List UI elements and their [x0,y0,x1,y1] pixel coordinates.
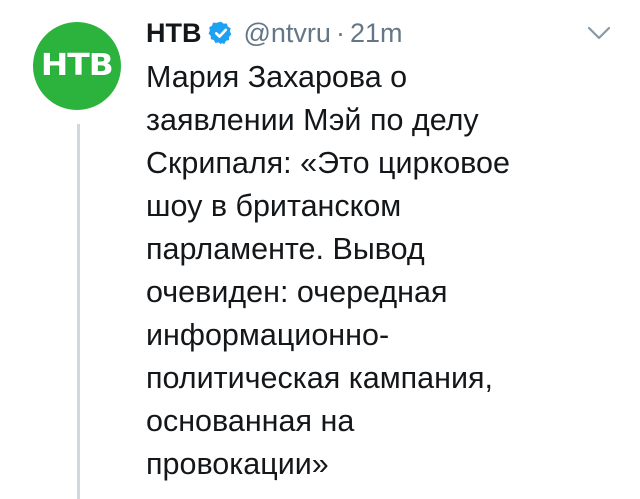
author-name[interactable]: НТВ [146,18,202,49]
timestamp[interactable]: 21m [350,18,403,49]
tweet-text: Мария Захарова о заявлении Мэй по делу С… [146,60,510,481]
separator-dot: · [335,17,345,48]
tweet-card[interactable]: НТВ НТВ @ntvru · 21m Мария Захарова о за… [0,0,640,499]
verified-badge-icon [208,20,234,46]
author-handle[interactable]: @ntvru [244,18,331,49]
avatar-logo-text: НТВ [41,48,114,83]
chevron-down-icon[interactable] [586,22,612,44]
avatar[interactable]: НТВ [33,22,121,110]
tweet-header: НТВ @ntvru · 21m [146,12,402,54]
thread-line [77,124,80,499]
